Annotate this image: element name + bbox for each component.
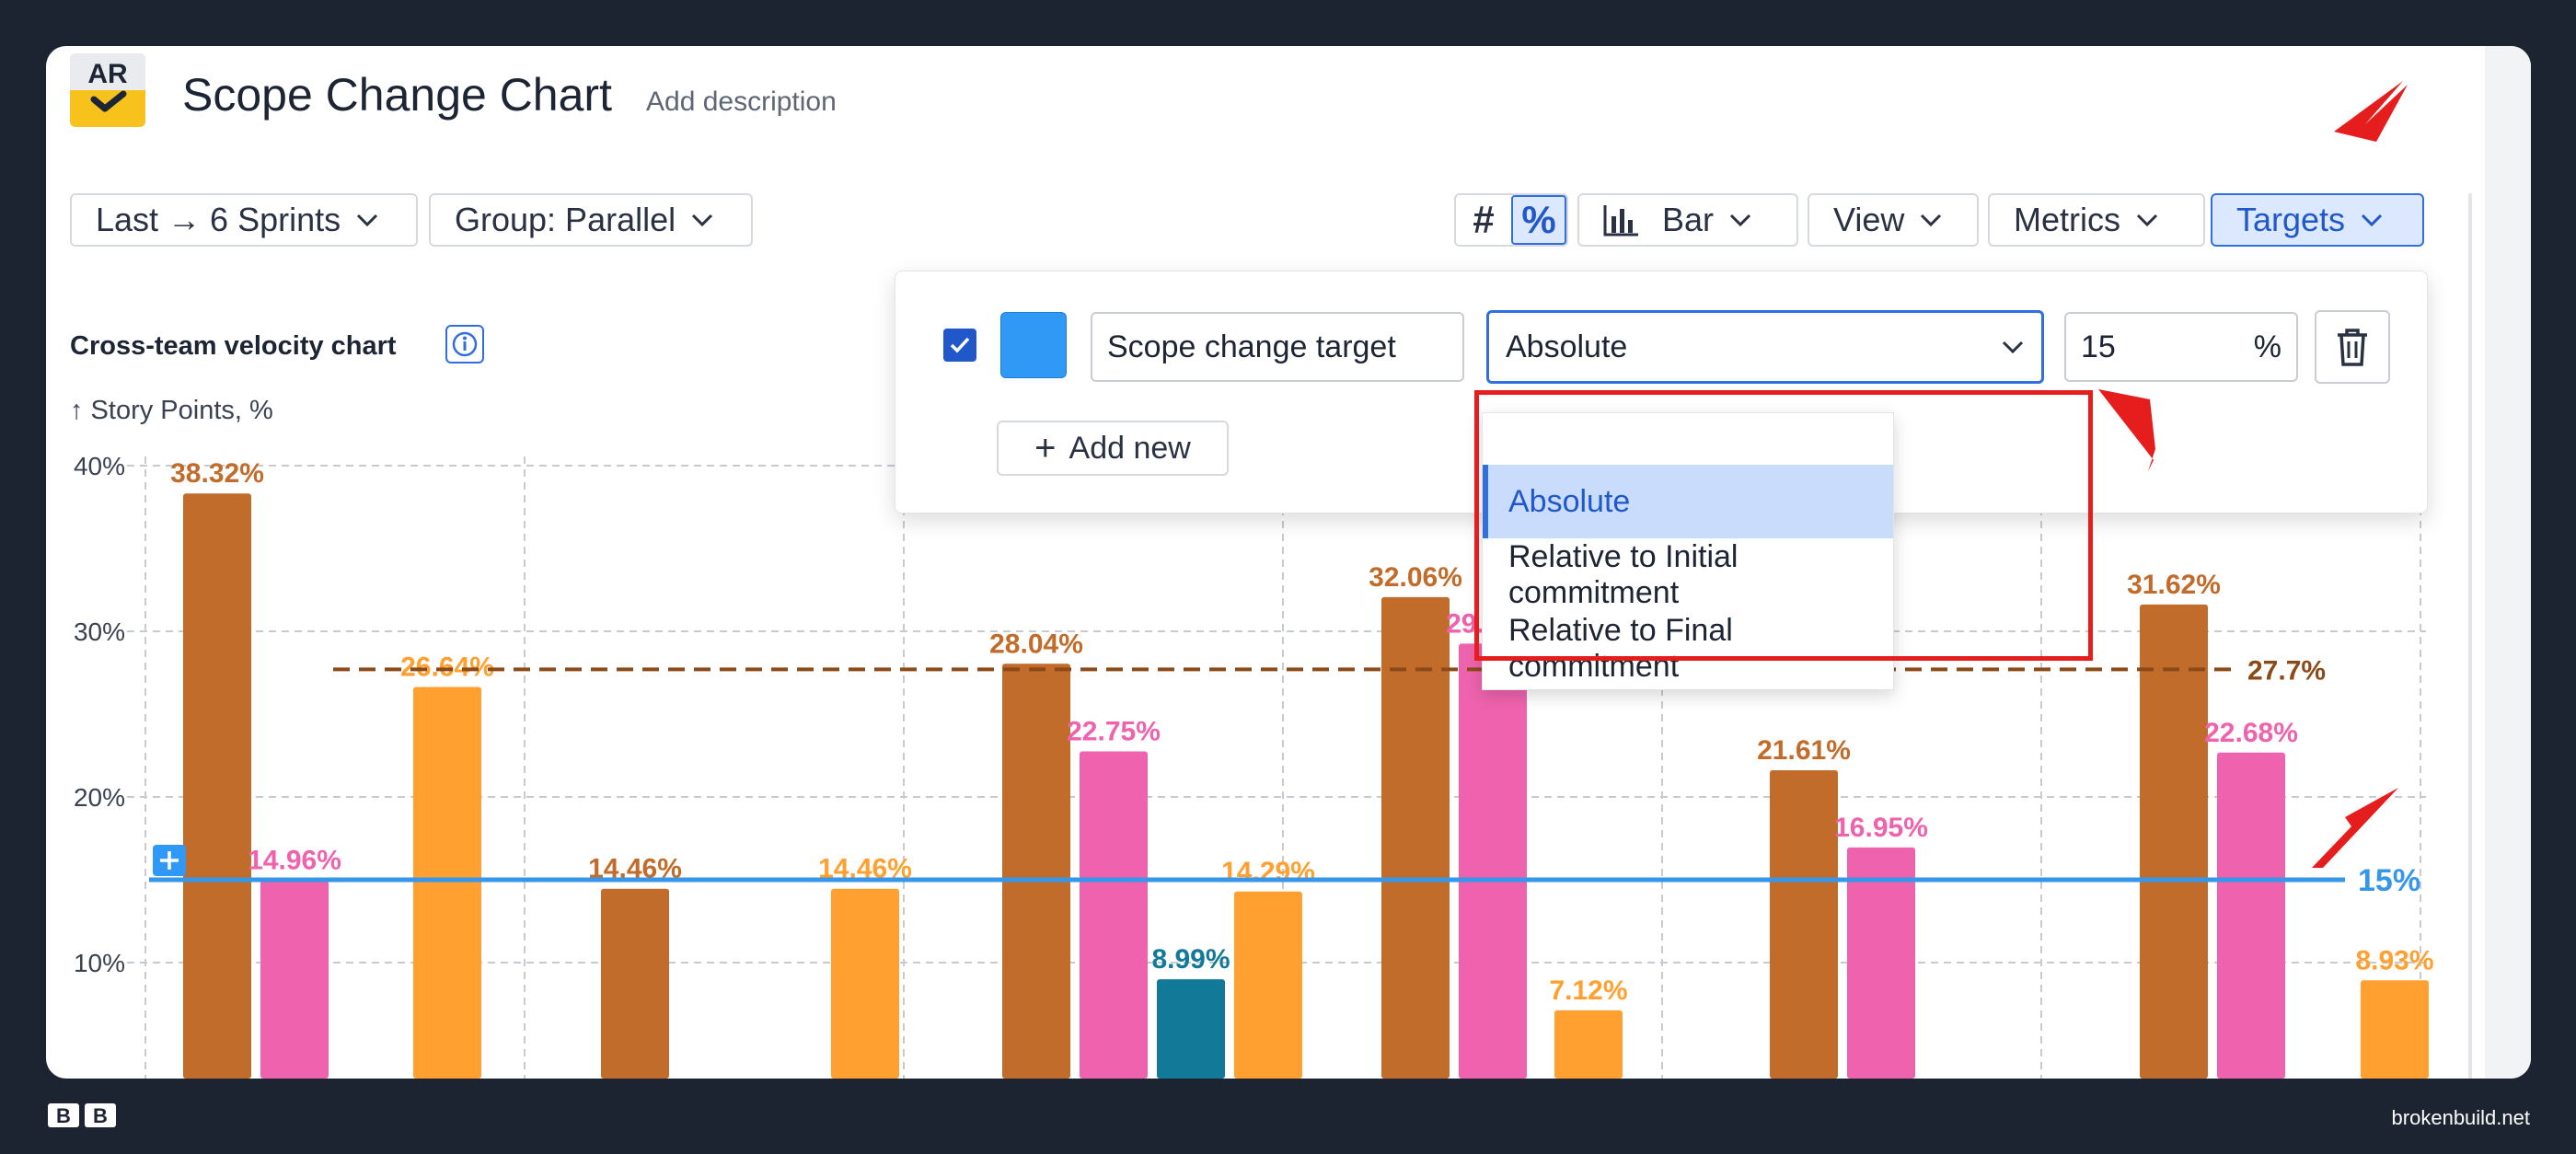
data-label: 31.62% [2127,570,2221,600]
data-label: 22.75% [1067,717,1161,747]
data-label: 14.96% [248,846,341,876]
data-label: 8.99% [1151,944,1230,975]
data-label: 14.29% [1221,857,1315,887]
data-label: 16.95% [1834,813,1928,843]
data-label: 21.61% [1757,735,1851,766]
target-line-label: 15% [2358,863,2420,898]
bar [260,880,329,1079]
bar [413,687,481,1079]
add-new-label: Add new [1069,430,1191,466]
brokenbuild-logo: B B [48,1103,116,1127]
bar [1847,847,1915,1079]
target-value-input[interactable]: 15 % [2064,312,2298,382]
y-tick-label: 20% [74,783,125,812]
target-unit: % [2253,329,2281,364]
bar [2217,752,2285,1079]
annotation-highlight-box [1474,390,2093,661]
target-enabled-checkbox[interactable] [943,329,976,362]
y-tick-label: 10% [74,949,125,977]
data-label: 22.68% [2204,718,2298,748]
bar [1554,1010,1623,1079]
data-label: 26.64% [400,652,494,682]
data-label: 8.93% [2355,945,2433,975]
target-value: 15 [2081,329,2116,364]
report-card: AR Scope Change Chart Add description La… [46,46,2531,1079]
data-label: 28.04% [989,629,1083,659]
average-line-label: 27.7% [2247,655,2326,686]
chevron-down-icon [2001,340,2025,354]
delete-target-button[interactable] [2315,310,2390,384]
target-color-swatch[interactable] [1000,312,1067,378]
bar [183,493,251,1079]
svg-text:B: B [93,1104,108,1127]
data-label: 32.06% [1369,562,1462,593]
bar [1157,979,1225,1079]
site-url[interactable]: brokenbuild.net [2392,1106,2530,1130]
y-tick-label: 40% [74,452,125,480]
data-label: 38.32% [170,458,264,489]
bar [1770,770,1838,1079]
trash-icon [2338,329,2367,366]
scrollbar[interactable] [2468,193,2472,1079]
add-new-target-button[interactable]: + Add new [997,421,1229,476]
bar [2361,980,2429,1079]
bar [1234,891,1302,1079]
bar [1459,643,1527,1079]
plus-icon: + [1034,427,1057,468]
data-label: 7.12% [1549,975,1627,1006]
bar [831,888,899,1079]
svg-text:B: B [56,1104,71,1127]
bar [1080,751,1148,1079]
bar [1002,664,1070,1079]
velocity-chart: 40%30%20%10%38.32%14.96%26.64%14.46% 14.4… [74,452,2434,1079]
target-name-input[interactable] [1091,312,1464,382]
target-type-select[interactable]: Absolute [1486,310,2044,384]
target-type-value: Absolute [1506,329,1628,364]
bar [2140,604,2208,1079]
side-panel-edge [2485,46,2531,1079]
y-tick-label: 30% [74,617,125,646]
bar [601,888,669,1079]
